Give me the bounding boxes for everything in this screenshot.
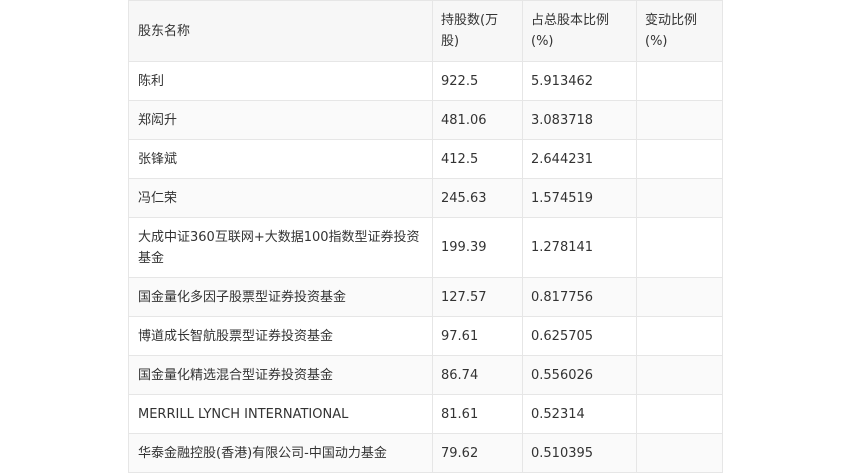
cell-shares-held: 79.62 bbox=[432, 433, 523, 473]
cell-change-ratio bbox=[636, 139, 723, 179]
table-row: 张锋斌 412.5 2.644231 bbox=[128, 139, 723, 179]
cell-shares-held: 412.5 bbox=[432, 139, 523, 179]
header-change-ratio: 变动比例(%) bbox=[636, 0, 723, 62]
cell-share-ratio: 3.083718 bbox=[522, 100, 637, 140]
table-row: 郑闳升 481.06 3.083718 bbox=[128, 100, 723, 140]
cell-share-ratio: 1.278141 bbox=[522, 217, 637, 278]
cell-share-ratio: 0.817756 bbox=[522, 277, 637, 317]
cell-share-ratio: 0.556026 bbox=[522, 355, 637, 395]
cell-shareholder-name: 华泰金融控股(香港)有限公司-中国动力基金 bbox=[128, 433, 433, 473]
cell-shares-held: 481.06 bbox=[432, 100, 523, 140]
cell-share-ratio: 0.52314 bbox=[522, 394, 637, 434]
cell-shares-held: 922.5 bbox=[432, 61, 523, 101]
shareholder-table: 股东名称 持股数(万股) 占总股本比例(%) 变动比例(%) 陈利 922.5 … bbox=[128, 0, 723, 473]
cell-shareholder-name: 大成中证360互联网+大数据100指数型证券投资基金 bbox=[128, 217, 433, 278]
cell-change-ratio bbox=[636, 61, 723, 101]
cell-shares-held: 97.61 bbox=[432, 316, 523, 356]
header-share-ratio: 占总股本比例(%) bbox=[522, 0, 637, 62]
cell-share-ratio: 1.574519 bbox=[522, 178, 637, 218]
cell-change-ratio bbox=[636, 355, 723, 395]
cell-shares-held: 127.57 bbox=[432, 277, 523, 317]
cell-share-ratio: 0.510395 bbox=[522, 433, 637, 473]
cell-change-ratio bbox=[636, 316, 723, 356]
table-row: 陈利 922.5 5.913462 bbox=[128, 61, 723, 101]
cell-change-ratio bbox=[636, 100, 723, 140]
cell-shares-held: 199.39 bbox=[432, 217, 523, 278]
cell-shares-held: 245.63 bbox=[432, 178, 523, 218]
cell-change-ratio bbox=[636, 433, 723, 473]
cell-shares-held: 81.61 bbox=[432, 394, 523, 434]
table-row: 国金量化精选混合型证券投资基金 86.74 0.556026 bbox=[128, 355, 723, 395]
cell-shareholder-name: 国金量化多因子股票型证券投资基金 bbox=[128, 277, 433, 317]
cell-shareholder-name: 郑闳升 bbox=[128, 100, 433, 140]
table-row: 华泰金融控股(香港)有限公司-中国动力基金 79.62 0.510395 bbox=[128, 433, 723, 473]
cell-shareholder-name: 张锋斌 bbox=[128, 139, 433, 179]
cell-share-ratio: 2.644231 bbox=[522, 139, 637, 179]
cell-change-ratio bbox=[636, 178, 723, 218]
table-row: 冯仁荣 245.63 1.574519 bbox=[128, 178, 723, 218]
table-header-row: 股东名称 持股数(万股) 占总股本比例(%) 变动比例(%) bbox=[128, 0, 723, 62]
cell-shareholder-name: 陈利 bbox=[128, 61, 433, 101]
header-shareholder-name: 股东名称 bbox=[128, 0, 433, 62]
table-row: MERRILL LYNCH INTERNATIONAL 81.61 0.5231… bbox=[128, 394, 723, 434]
table-row: 国金量化多因子股票型证券投资基金 127.57 0.817756 bbox=[128, 277, 723, 317]
cell-change-ratio bbox=[636, 394, 723, 434]
cell-change-ratio bbox=[636, 217, 723, 278]
cell-shareholder-name: 冯仁荣 bbox=[128, 178, 433, 218]
shareholder-table-container: 股东名称 持股数(万股) 占总股本比例(%) 变动比例(%) 陈利 922.5 … bbox=[128, 0, 723, 473]
cell-shares-held: 86.74 bbox=[432, 355, 523, 395]
cell-shareholder-name: 国金量化精选混合型证券投资基金 bbox=[128, 355, 433, 395]
cell-shareholder-name: 博道成长智航股票型证券投资基金 bbox=[128, 316, 433, 356]
cell-change-ratio bbox=[636, 277, 723, 317]
cell-shareholder-name: MERRILL LYNCH INTERNATIONAL bbox=[128, 394, 433, 434]
header-shares-held: 持股数(万股) bbox=[432, 0, 523, 62]
cell-share-ratio: 5.913462 bbox=[522, 61, 637, 101]
table-row: 大成中证360互联网+大数据100指数型证券投资基金 199.39 1.2781… bbox=[128, 217, 723, 278]
cell-share-ratio: 0.625705 bbox=[522, 316, 637, 356]
table-row: 博道成长智航股票型证券投资基金 97.61 0.625705 bbox=[128, 316, 723, 356]
